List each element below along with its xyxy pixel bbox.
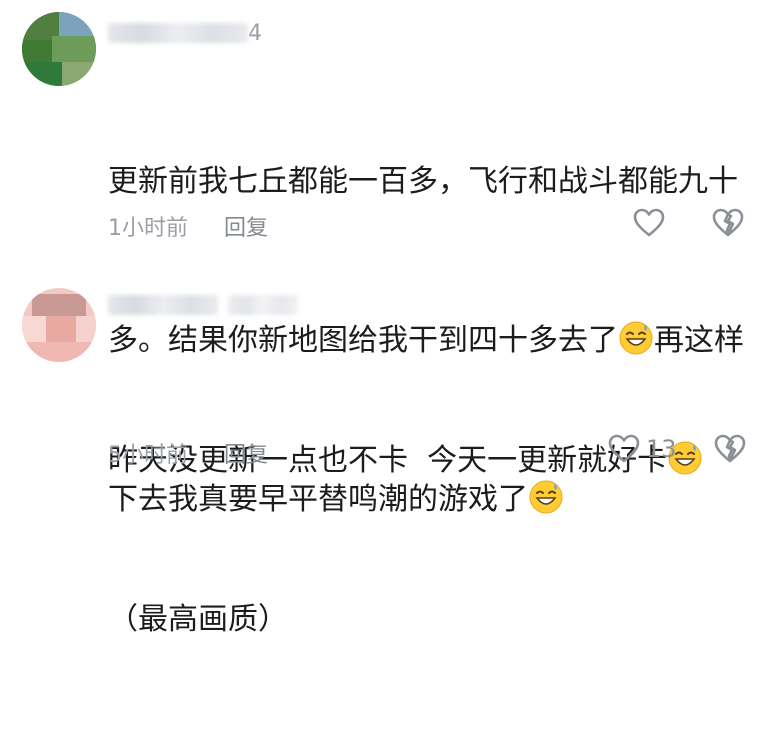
comment-line: （最高画质） [108, 602, 288, 637]
comment-text: 昨天没更新一点也不卡 今天一更新就好卡 （最高画质） [108, 328, 758, 752]
avatar[interactable] [22, 12, 96, 86]
broken-heart-icon [714, 434, 746, 463]
reply-button[interactable]: 回复 [224, 437, 268, 469]
comment-item: 昨天没更新一点也不卡 今天一更新就好卡 （最高画质） 5小时前 回复 13 [0, 270, 770, 637]
like-button[interactable]: 13 [608, 434, 677, 464]
broken-heart-icon [712, 208, 744, 237]
comment-time: 5小时前 [108, 443, 188, 468]
username[interactable] [108, 292, 298, 318]
dislike-button[interactable] [714, 434, 746, 464]
reply-button[interactable]: 回复 [224, 210, 268, 242]
avatar[interactable] [22, 288, 96, 362]
heart-outline-icon [608, 434, 640, 463]
comment-time: 1小时前 [108, 216, 188, 241]
username-redacted [228, 295, 298, 315]
comment-meta: 5小时前 回复 [108, 438, 268, 468]
comment-meta: 1小时前 回复 [108, 211, 268, 241]
username-redacted [108, 23, 248, 43]
dislike-button[interactable] [712, 208, 744, 238]
username-redacted [108, 295, 218, 315]
username[interactable]: 4 [108, 20, 263, 46]
heart-outline-icon [633, 208, 665, 237]
comment-item: 4 更新前我七丘都能一百多，飞行和战斗都能九十 多。结果你新地图给我干到四十多去… [0, 0, 770, 517]
like-count: 13 [646, 435, 677, 463]
username-text: 4 [248, 20, 263, 46]
like-button[interactable] [633, 208, 665, 238]
comment-line: 更新前我七丘都能一百多，飞行和战斗都能九十 [108, 164, 738, 199]
